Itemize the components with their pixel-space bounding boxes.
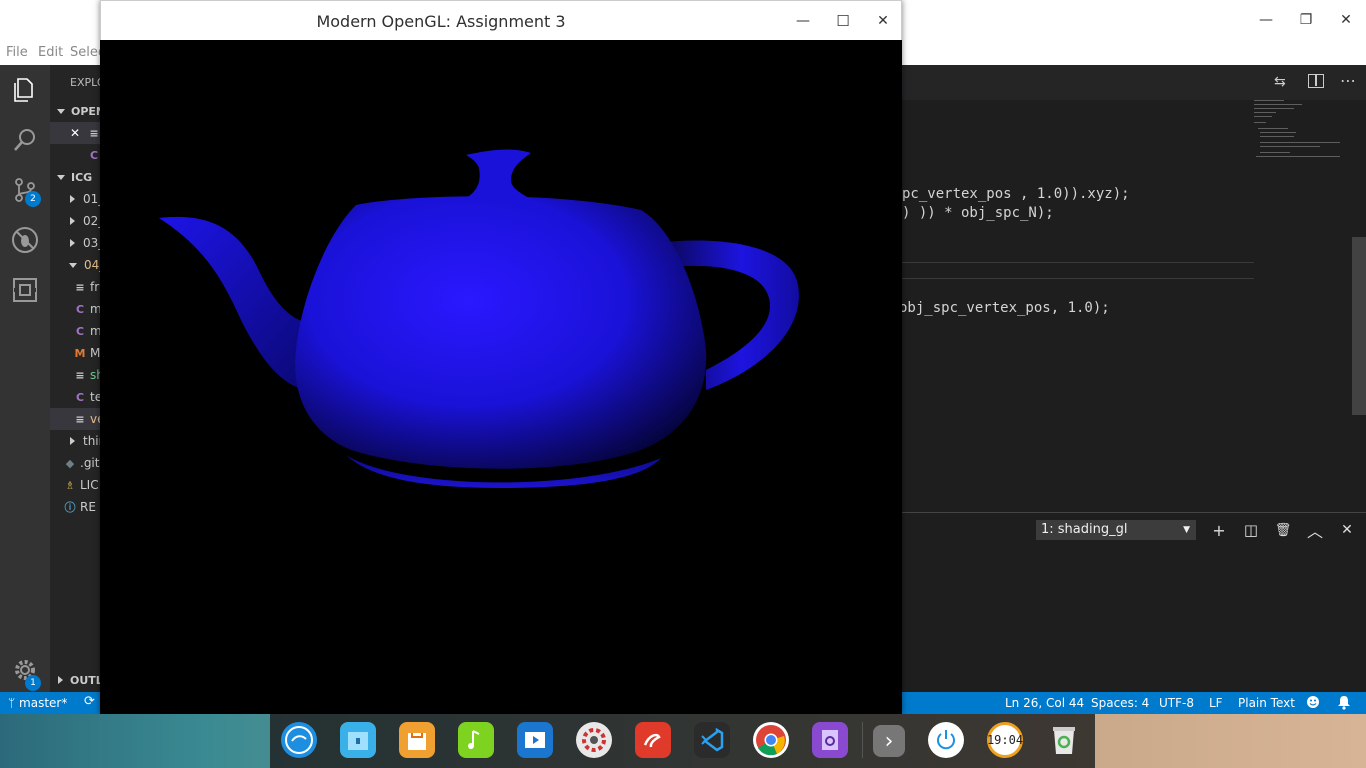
file-type-icon: ≡ <box>75 280 85 294</box>
file-type-icon: C <box>75 302 85 316</box>
outline-label: OUTL <box>70 673 103 687</box>
chrome-icon[interactable] <box>753 722 789 758</box>
git-branch-icon: ᛘ <box>8 696 16 710</box>
dock-separator <box>862 722 863 758</box>
music-player-icon[interactable] <box>458 722 494 758</box>
movie-player-icon[interactable] <box>517 722 553 758</box>
cursor-position[interactable]: Ln 26, Col 44 <box>1005 696 1084 710</box>
opengl-maximize-button[interactable]: ☐ <box>823 1 863 41</box>
menu-file[interactable]: File <box>6 45 28 60</box>
tree-item-label: M <box>90 346 101 360</box>
file-type-icon: M <box>74 346 86 360</box>
new-terminal-button[interactable]: + <box>1208 519 1230 541</box>
opengl-close-button[interactable]: ✕ <box>863 1 903 41</box>
vscode-app-icon[interactable] <box>694 722 730 758</box>
file-manager-icon[interactable] <box>340 722 376 758</box>
bell-icon[interactable] <box>1337 695 1351 713</box>
opengl-window: Modern OpenGL: Assignment 3 — ☐ ✕ <box>100 0 902 714</box>
opengl-titlebar[interactable]: Modern OpenGL: Assignment 3 — ☐ ✕ <box>100 0 902 40</box>
dock-expand-button[interactable]: › <box>873 725 905 757</box>
tree-item-label: RE <box>80 500 96 514</box>
vscode-minimize-button[interactable]: — <box>1246 0 1286 40</box>
branch-status[interactable]: ᛘ master* <box>8 696 67 710</box>
close-icon[interactable]: ✕ <box>70 126 80 140</box>
close-panel-button[interactable]: ✕ <box>1336 519 1358 541</box>
taskbar-dock <box>270 714 1095 768</box>
activity-bar: 2 1 <box>0 65 50 692</box>
file-type-icon: C <box>75 390 85 404</box>
split-terminal-button[interactable]: ◫ <box>1240 519 1262 541</box>
gear-icon[interactable]: 1 <box>0 645 50 695</box>
chevron-right-icon <box>70 195 75 203</box>
explorer-icon[interactable] <box>0 65 50 115</box>
settings-app-icon[interactable] <box>576 722 612 758</box>
terminal-select[interactable]: 1: shading_gl ▼ <box>1036 520 1196 540</box>
chevron-down-icon <box>57 174 65 180</box>
minimap[interactable] <box>1254 100 1344 170</box>
c-file-icon: C <box>89 148 99 162</box>
vscode-close-button[interactable]: ✕ <box>1326 0 1366 40</box>
code-line: ) )) * obj_spc_N); <box>902 205 1054 221</box>
terminal-select-value: 1: shading_gl <box>1041 522 1128 537</box>
editor-separator <box>900 262 1254 263</box>
kill-terminal-button[interactable]: 🗑 <box>1272 519 1294 541</box>
sync-icon[interactable]: ⟳ <box>84 694 95 709</box>
trash-icon[interactable] <box>1046 722 1082 758</box>
language-status[interactable]: Plain Text <box>1238 696 1295 710</box>
chevron-right-icon <box>58 676 63 684</box>
chevron-right-icon <box>70 437 75 445</box>
app-store-icon[interactable] <box>399 722 435 758</box>
encoding-status[interactable]: UTF-8 <box>1159 696 1194 710</box>
file-icon: ≡ <box>89 126 99 140</box>
source-control-icon[interactable]: 2 <box>0 165 50 215</box>
extensions-icon[interactable] <box>0 265 50 315</box>
scm-badge: 2 <box>25 191 41 207</box>
vscode-restore-button[interactable]: ❐ <box>1286 0 1326 40</box>
chevron-down-icon <box>57 108 65 114</box>
code-line: obj_spc_vertex_pos, 1.0); <box>899 300 1110 316</box>
feedback-smiley-icon[interactable] <box>1306 695 1320 712</box>
search-icon[interactable] <box>0 115 50 165</box>
debug-icon[interactable] <box>0 215 50 265</box>
editor-separator <box>900 278 1254 279</box>
split-editor-icon[interactable] <box>1308 74 1324 88</box>
teapot-body <box>295 196 707 469</box>
tree-item-label: LIC <box>80 478 99 492</box>
file-type-icon: ♗ <box>65 478 75 492</box>
chevron-down-icon: ▼ <box>1183 525 1190 535</box>
indentation-status[interactable]: Spaces: 4 <box>1091 696 1149 710</box>
editor-scrollbar[interactable] <box>1352 237 1366 415</box>
deepin-launcher-icon[interactable] <box>281 722 317 758</box>
maximize-panel-button[interactable]: ︿ <box>1304 519 1326 541</box>
teapot-lid <box>466 149 531 203</box>
code-line: pc_vertex_pos , 1.0)).xyz); <box>902 186 1130 202</box>
file-type-icon: ≡ <box>75 412 85 426</box>
folder-label: ICG <box>71 170 93 184</box>
opengl-window-title: Modern OpenGL: Assignment 3 <box>316 12 566 31</box>
clock-widget[interactable]: 19:04 <box>987 722 1023 758</box>
tree-item-label: .git <box>80 456 100 470</box>
desktop: { "vscode": { "menu": { "file": "File", … <box>0 0 1366 768</box>
compare-changes-icon[interactable]: ⇆ <box>1274 74 1286 90</box>
teapot-spout <box>159 216 316 390</box>
file-type-icon: ≡ <box>75 368 85 382</box>
file-type-icon: ⓘ <box>64 501 76 514</box>
file-type-icon: C <box>75 324 85 338</box>
chevron-down-icon <box>69 262 77 268</box>
system-tools-icon[interactable] <box>812 722 848 758</box>
settings-badge: 1 <box>25 675 41 691</box>
more-actions-icon[interactable]: ⋯ <box>1340 71 1356 90</box>
branch-label: master* <box>19 696 68 710</box>
teapot-render <box>159 149 799 488</box>
chevron-right-icon <box>70 239 75 247</box>
eol-status[interactable]: LF <box>1209 696 1223 710</box>
chevron-right-icon <box>70 217 75 225</box>
file-type-icon: ◆ <box>65 456 75 470</box>
menu-edit[interactable]: Edit <box>38 45 63 60</box>
opengl-viewport[interactable] <box>101 40 901 713</box>
text-editor-icon[interactable] <box>635 722 671 758</box>
tree-item-label: fr <box>90 280 100 294</box>
opengl-minimize-button[interactable]: — <box>783 1 823 41</box>
power-icon[interactable] <box>928 722 964 758</box>
